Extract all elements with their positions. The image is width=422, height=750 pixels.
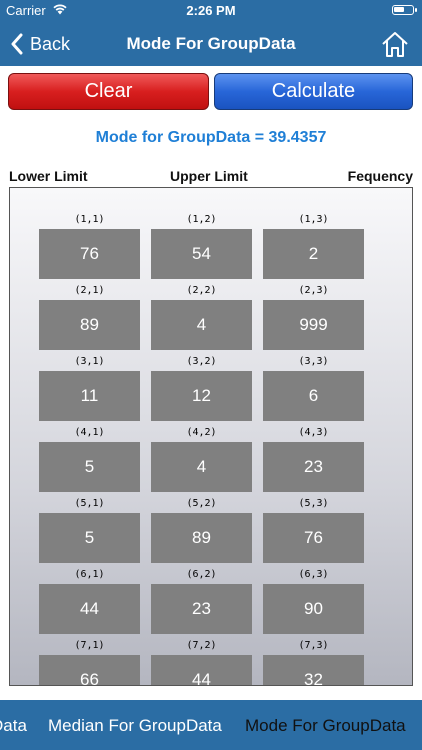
navigation-bar: Back Mode For GroupData — [0, 22, 422, 66]
cell-label: (4,1) — [74, 427, 105, 438]
cell-label: (4,2) — [186, 427, 217, 438]
cell-input[interactable]: 6 — [263, 371, 364, 421]
cell-label: (2,3) — [298, 285, 329, 296]
status-bar: Carrier 2:26 PM — [0, 0, 422, 22]
result-text: Mode for GroupData = 39.4357 — [95, 129, 327, 146]
tab-data[interactable]: Data — [0, 716, 27, 736]
battery-icon — [392, 5, 417, 15]
cell-input[interactable]: 4 — [151, 300, 252, 350]
cell-label: (4,3) — [298, 427, 329, 438]
column-header-lower-limit: Lower Limit — [9, 168, 88, 184]
cell-label: (7,2) — [186, 640, 217, 651]
cell-label: (6,2) — [186, 569, 217, 580]
cell-label: (1,1) — [74, 214, 105, 225]
status-time: 2:26 PM — [186, 3, 236, 18]
cell-input[interactable]: 54 — [151, 229, 252, 279]
cell-label: (6,3) — [298, 569, 329, 580]
cell-input[interactable]: 2 — [263, 229, 364, 279]
cell-label: (7,3) — [298, 640, 329, 651]
cell-label: (2,1) — [74, 285, 105, 296]
home-icon[interactable] — [380, 29, 410, 59]
tab-bar: Data Median For GroupData Mode For Group… — [0, 700, 422, 750]
cell-input[interactable]: 11 — [39, 371, 140, 421]
cell-input[interactable]: 76 — [263, 513, 364, 563]
cell-input[interactable]: 44 — [151, 655, 252, 685]
cell-input[interactable]: 4 — [151, 442, 252, 492]
cell-label: (2,2) — [186, 285, 217, 296]
cell-input[interactable]: 44 — [39, 584, 140, 634]
cell-input[interactable]: 23 — [263, 442, 364, 492]
cell-label: (5,2) — [186, 498, 217, 509]
cell-label: (3,1) — [74, 356, 105, 367]
cell-label: (5,3) — [298, 498, 329, 509]
page-title: Mode For GroupData — [126, 34, 296, 53]
cell-input[interactable]: 5 — [39, 513, 140, 563]
clear-button[interactable]: Clear — [8, 73, 209, 110]
cell-input[interactable]: 999 — [263, 300, 364, 350]
column-header-upper-limit: Upper Limit — [170, 168, 248, 184]
cell-input[interactable]: 76 — [39, 229, 140, 279]
cell-label: (1,3) — [298, 214, 329, 225]
cell-input[interactable]: 12 — [151, 371, 252, 421]
cell-label: (3,2) — [186, 356, 217, 367]
cell-input[interactable]: 66 — [39, 655, 140, 685]
tab-mode-for-groupdata[interactable]: Mode For GroupData — [245, 716, 406, 736]
cell-input[interactable]: 90 — [263, 584, 364, 634]
calculate-button[interactable]: Calculate — [214, 73, 413, 110]
data-grid[interactable]: (1,1) 76 (1,2) 54 (1,3) 2 (2,1) 89 (2,2) 4 (2,3) 99… — [9, 187, 413, 686]
cell-input[interactable]: 89 — [39, 300, 140, 350]
cell-label: (5,1) — [74, 498, 105, 509]
cell-label: (6,1) — [74, 569, 105, 580]
cell-input[interactable]: 89 — [151, 513, 252, 563]
column-header-frequency: Fequency — [347, 168, 413, 184]
cell-input[interactable]: 32 — [263, 655, 364, 685]
tab-median-for-groupdata[interactable]: Median For GroupData — [48, 716, 222, 736]
cell-input[interactable]: 23 — [151, 584, 252, 634]
cell-label: (3,3) — [298, 356, 329, 367]
cell-label: (1,2) — [186, 214, 217, 225]
cell-input[interactable]: 5 — [39, 442, 140, 492]
cell-label: (7,1) — [74, 640, 105, 651]
